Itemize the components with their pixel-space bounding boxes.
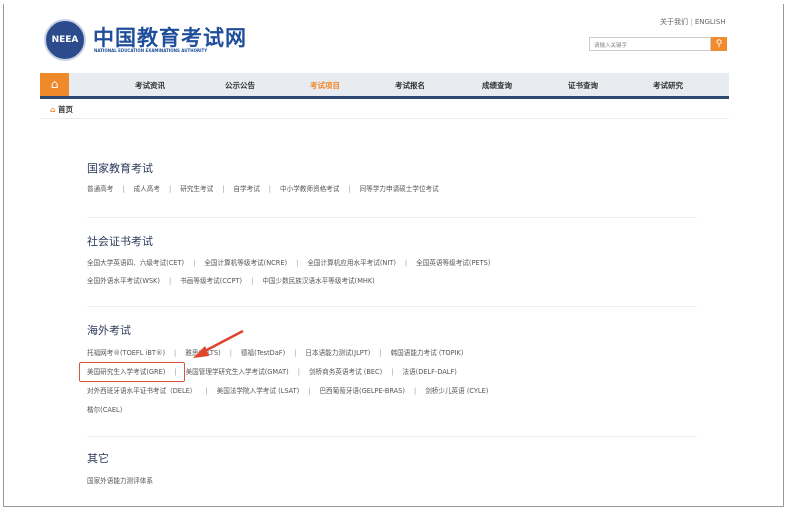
- exam-link[interactable]: 同等学力申请硕士学位考试: [360, 185, 439, 193]
- separator: |: [391, 368, 394, 376]
- exam-link[interactable]: 日本语能力测试(JLPT): [305, 349, 370, 357]
- english-link[interactable]: ENGLISH: [695, 18, 726, 26]
- section-title: 其它: [87, 452, 109, 465]
- exam-link[interactable]: 全国外语水平考试(WSK): [87, 277, 160, 285]
- exam-link[interactable]: 国家外语能力测评体系: [87, 477, 153, 485]
- exam-link[interactable]: 普通高考: [87, 185, 113, 193]
- separator: |: [251, 277, 254, 285]
- separator: |: [379, 349, 382, 357]
- exam-link[interactable]: 剑桥少儿英语 (CYLE): [425, 387, 488, 395]
- separator: |: [296, 259, 299, 267]
- home-icon: ⌂: [50, 77, 59, 91]
- about-link[interactable]: 关于我们: [660, 18, 688, 26]
- exam-link-row: 楷尔(CAEL): [87, 404, 122, 414]
- home-icon: ⌂: [50, 105, 56, 114]
- separator: |: [193, 259, 196, 267]
- exam-link[interactable]: 楷尔(CAEL): [87, 406, 122, 414]
- top-links: 关于我们 | ENGLISH: [660, 18, 726, 26]
- exam-link-row: 国家外语能力测评体系: [87, 475, 153, 485]
- separator: |: [205, 387, 208, 395]
- gre-highlight-box: [79, 362, 185, 382]
- exam-link[interactable]: 全国英语等级考试(PETS): [416, 259, 490, 267]
- exam-link[interactable]: 美国管理学研究生入学考试(GMAT): [186, 368, 289, 376]
- exam-link[interactable]: 研究生考试: [180, 185, 213, 193]
- section-title: 国家教育考试: [87, 162, 153, 175]
- nav-home-button[interactable]: ⌂: [40, 73, 69, 96]
- search-button[interactable]: ⚲: [711, 37, 727, 51]
- exam-link-row: 普通高考 | 成人高考 | 研究生考试 | 自学考试 | 中小学教师资格考试 | 同等学力申请硕士学…: [87, 183, 439, 193]
- nav-item-notices[interactable]: 公示公告: [225, 80, 255, 91]
- exam-link-row: 托福网考®(TOEFL iBT®)|雅思(IELTS)|德福(TestDaF)|…: [87, 347, 463, 357]
- separator: |: [122, 185, 125, 193]
- exam-link-row: 全国外语水平考试(WSK) | 书画等级考试(CCPT) | 中国少数民族汉语水平等级考…: [87, 275, 375, 285]
- exam-link[interactable]: 美国法学院入学考试 (LSAT): [217, 387, 300, 395]
- separator: |: [168, 185, 172, 193]
- exam-link[interactable]: 全国计算机等级考试(NCRE): [204, 259, 287, 267]
- exam-link[interactable]: 全国大学英语四、六级考试(CET): [87, 259, 184, 267]
- separator: |: [413, 387, 417, 395]
- separator: |: [294, 349, 297, 357]
- separator: |: [174, 349, 177, 357]
- nav-item-research[interactable]: 考试研究: [653, 80, 683, 91]
- search-icon: ⚲: [715, 39, 723, 49]
- exam-link-row: 全国大学英语四、六级考试(CET) | 全国计算机等级考试(NCRE) | 全国计算机应…: [87, 257, 490, 267]
- nav-item-news[interactable]: 考试资讯: [135, 80, 165, 91]
- exam-link-row: 对外西班牙语水平证书考试（DELE） | 美国法学院入学考试 (LSAT) | 巴西葡萄…: [87, 385, 488, 395]
- separator: |: [222, 185, 225, 193]
- exam-link[interactable]: 自学考试: [233, 185, 259, 193]
- nav-item-scores[interactable]: 成绩查询: [482, 80, 512, 91]
- exam-link[interactable]: 书画等级考试(CCPT): [180, 277, 242, 285]
- section-divider: [87, 436, 697, 437]
- section-divider: [87, 217, 697, 218]
- section-title: 海外考试: [87, 324, 131, 337]
- red-arrow-annotation: [193, 329, 244, 358]
- exam-link[interactable]: 剑桥商务英语考试 (BEC): [309, 368, 382, 376]
- separator: |: [404, 259, 408, 267]
- separator: |: [348, 185, 351, 193]
- exam-link[interactable]: 托福网考®(TOEFL iBT®): [87, 349, 165, 357]
- separator: |: [297, 368, 300, 376]
- breadcrumb: ⌂ 首页: [50, 104, 73, 115]
- exam-link[interactable]: 全国计算机应用水平考试(NIT): [307, 259, 396, 267]
- exam-link[interactable]: 对外西班牙语水平证书考试（DELE）: [87, 387, 196, 395]
- main-nav: ⌂ 考试资讯 公示公告 考试项目 考试报名 成绩查询 证书查询 考试研究: [40, 73, 729, 99]
- exam-link[interactable]: 成人高考: [134, 185, 160, 193]
- exam-link[interactable]: 中国少数民族汉语水平等级考试(MHK): [262, 277, 374, 285]
- section-divider: [87, 306, 697, 307]
- divider: [40, 118, 729, 119]
- separator: |: [308, 387, 311, 395]
- search-input[interactable]: 请输入关键字: [589, 37, 711, 51]
- breadcrumb-home[interactable]: 首页: [58, 105, 73, 114]
- exam-link[interactable]: 韩国语能力考试 (TOPIK): [391, 349, 464, 357]
- exam-link[interactable]: 法语(DELF-DALF): [402, 368, 456, 376]
- section-title: 社会证书考试: [87, 235, 153, 248]
- neea-logo[interactable]: NEEA: [44, 19, 86, 61]
- exam-link[interactable]: 中小学教师资格考试: [280, 185, 339, 193]
- separator: |: [168, 277, 172, 285]
- nav-item-registration[interactable]: 考试报名: [395, 80, 425, 91]
- exam-link[interactable]: 巴西葡萄牙语(GELPE-BRAS): [319, 387, 404, 395]
- nav-item-exams[interactable]: 考试项目: [310, 80, 340, 91]
- site-subtitle: NATIONAL EDUCATION EXAMINATIONS AUTHORIT…: [94, 48, 208, 53]
- separator: |: [268, 185, 272, 193]
- nav-item-certificates[interactable]: 证书查询: [568, 80, 598, 91]
